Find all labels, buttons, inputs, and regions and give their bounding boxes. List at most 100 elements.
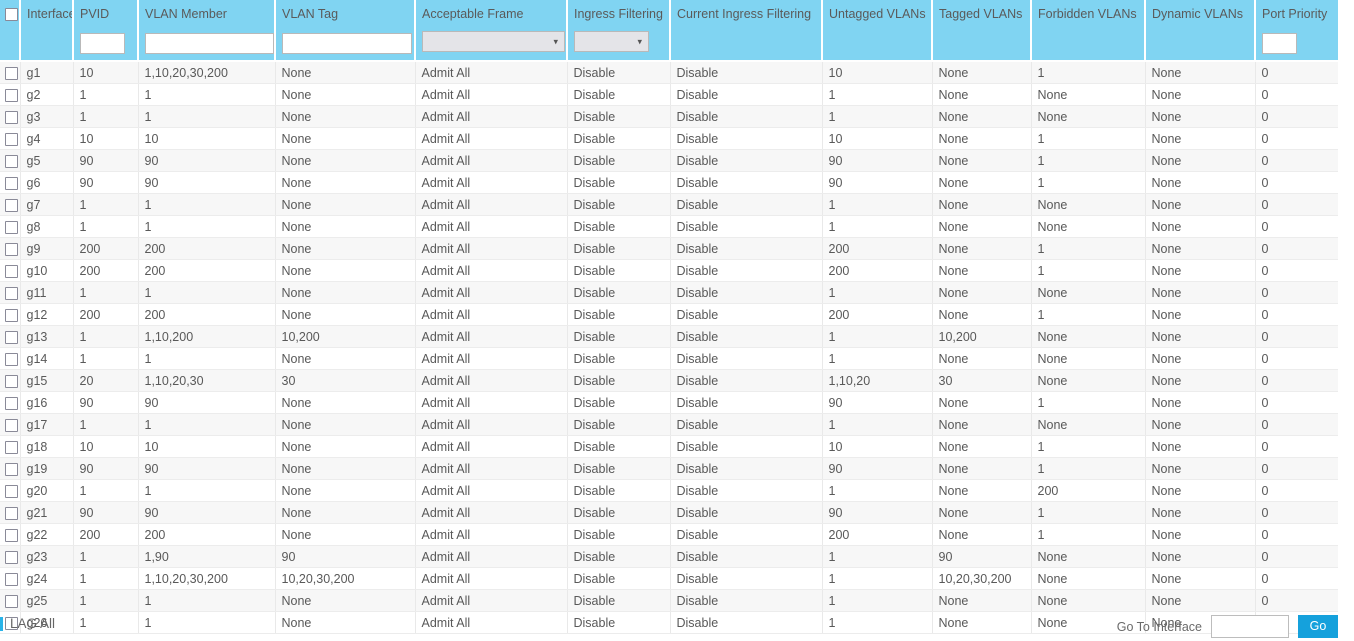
cell-dynamic_vlans: None <box>1145 545 1256 568</box>
table-row[interactable]: g9 200 200 None Admit All Disable Disable 200 No… <box>0 237 1338 260</box>
cell-tagged_vlans: None <box>932 259 1032 282</box>
cell-forbidden_vlans: None <box>1031 369 1146 392</box>
row-checkbox[interactable] <box>5 242 18 256</box>
cell-port_priority: 0 <box>1255 325 1338 348</box>
filter-cell-vlan-member <box>138 28 276 62</box>
row-checkbox[interactable] <box>5 418 18 432</box>
cell-acceptable_frame: Admit All <box>415 127 568 150</box>
cell-port_priority: 0 <box>1255 545 1338 568</box>
lag-all-section[interactable]: LAG All <box>0 616 55 631</box>
table-row[interactable]: g14 1 1 None Admit All Disable Disable 1 None Non… <box>0 347 1338 370</box>
row-checkbox[interactable] <box>5 550 18 564</box>
row-checkbox[interactable] <box>5 132 18 146</box>
cell-vlan_member: 200 <box>138 523 276 546</box>
table-row[interactable]: g18 10 10 None Admit All Disable Disable 10 None… <box>0 435 1338 458</box>
cell-pvid: 200 <box>73 259 139 282</box>
row-checkbox[interactable] <box>5 308 18 322</box>
cell-pvid: 1 <box>73 215 139 238</box>
row-checkbox[interactable] <box>5 440 18 454</box>
cell-port_priority: 0 <box>1255 259 1338 282</box>
cell-current_ingress: Disable <box>670 237 823 260</box>
cell-ingress_filtering: Disable <box>567 105 671 128</box>
filter-vlan-member-input[interactable] <box>145 32 274 54</box>
filter-cell-ingress-filtering: ▾ <box>567 28 671 62</box>
cell-port_priority: 0 <box>1255 413 1338 436</box>
filter-port-priority-input[interactable] <box>1262 32 1297 54</box>
filter-vlan-tag-input[interactable] <box>282 32 412 54</box>
row-checkbox[interactable] <box>5 220 18 234</box>
cell-vlan_member: 90 <box>138 171 276 194</box>
row-checkbox[interactable] <box>5 528 18 542</box>
filter-acceptable-frame-select[interactable]: ▾ <box>422 31 565 52</box>
cell-tagged_vlans: None <box>932 347 1032 370</box>
filter-ingress-filtering-select[interactable]: ▾ <box>574 31 649 52</box>
row-checkbox[interactable] <box>5 154 18 168</box>
cell-ingress_filtering: Disable <box>567 215 671 238</box>
row-checkbox[interactable] <box>5 396 18 410</box>
table-row[interactable]: g24 1 1,10,20,30,200 10,20,30,200 Admit All D… <box>0 567 1338 590</box>
cell-dynamic_vlans: None <box>1145 413 1256 436</box>
table-footer: LAG All Go To Interface Go <box>0 607 1354 641</box>
table-row[interactable]: g21 90 90 None Admit All Disable Disable 90 None… <box>0 501 1338 524</box>
cell-port_priority: 0 <box>1255 281 1338 304</box>
row-checkbox[interactable] <box>5 352 18 366</box>
row-checkbox[interactable] <box>5 264 18 278</box>
cell-vlan_tag: 10,20,30,200 <box>275 567 416 590</box>
row-select-cell <box>0 457 21 480</box>
table-row[interactable]: g11 1 1 None Admit All Disable Disable 1 None Non… <box>0 281 1338 304</box>
table-row[interactable]: g12 200 200 None Admit All Disable Disable 200 N… <box>0 303 1338 326</box>
row-select-cell <box>0 83 21 106</box>
select-all-checkbox[interactable] <box>5 7 18 21</box>
cell-untagged_vlans: 1 <box>822 215 933 238</box>
cell-vlan_member: 10 <box>138 435 276 458</box>
table-row[interactable]: g13 1 1,10,200 10,200 Admit All Disable Disabl… <box>0 325 1338 348</box>
table-row[interactable]: g20 1 1 None Admit All Disable Disable 1 None 200… <box>0 479 1338 502</box>
row-checkbox[interactable] <box>5 330 18 344</box>
filter-pvid-input[interactable] <box>80 32 125 54</box>
row-checkbox[interactable] <box>5 66 18 80</box>
table-row[interactable]: g7 1 1 None Admit All Disable Disable 1 None None… <box>0 193 1338 216</box>
row-checkbox[interactable] <box>5 110 18 124</box>
row-checkbox[interactable] <box>5 176 18 190</box>
table-row[interactable]: g2 1 1 None Admit All Disable Disable 1 None None… <box>0 83 1338 106</box>
table-row[interactable]: g8 1 1 None Admit All Disable Disable 1 None None… <box>0 215 1338 238</box>
cell-vlan_member: 1 <box>138 83 276 106</box>
table-row[interactable]: g19 90 90 None Admit All Disable Disable 90 None… <box>0 457 1338 480</box>
cell-vlan_member: 10 <box>138 127 276 150</box>
table-row[interactable]: g1 10 1,10,20,30,200 None Admit All Disable Di… <box>0 61 1338 84</box>
row-checkbox[interactable] <box>5 286 18 300</box>
go-button[interactable]: Go <box>1298 615 1338 638</box>
cell-ingress_filtering: Disable <box>567 61 671 84</box>
row-checkbox[interactable] <box>5 198 18 212</box>
cell-untagged_vlans: 200 <box>822 303 933 326</box>
table-filter-row: ▾ ▾ <box>0 28 1338 62</box>
table-row[interactable]: g4 10 10 None Admit All Disable Disable 10 None 1… <box>0 127 1338 150</box>
row-checkbox[interactable] <box>5 88 18 102</box>
column-header-forbidden_vlans: Forbidden VLANs <box>1031 0 1146 28</box>
row-checkbox[interactable] <box>5 374 18 388</box>
cell-acceptable_frame: Admit All <box>415 545 568 568</box>
cell-interface: g11 <box>20 281 74 304</box>
table-row[interactable]: g6 90 90 None Admit All Disable Disable 90 None 1… <box>0 171 1338 194</box>
table-row[interactable]: g5 90 90 None Admit All Disable Disable 90 None 1… <box>0 149 1338 172</box>
row-checkbox[interactable] <box>5 506 18 520</box>
table-row[interactable]: g16 90 90 None Admit All Disable Disable 90 None… <box>0 391 1338 414</box>
row-checkbox[interactable] <box>5 572 18 586</box>
cell-forbidden_vlans: 1 <box>1031 259 1146 282</box>
row-checkbox[interactable] <box>5 484 18 498</box>
cell-vlan_member: 1 <box>138 193 276 216</box>
cell-untagged_vlans: 1 <box>822 193 933 216</box>
table-row[interactable]: g23 1 1,90 90 Admit All Disable Disable 1 90 None… <box>0 545 1338 568</box>
table-row[interactable]: g22 200 200 None Admit All Disable Disable 200 N… <box>0 523 1338 546</box>
table-row[interactable]: g15 20 1,10,20,30 30 Admit All Disable Disable… <box>0 369 1338 392</box>
row-checkbox[interactable] <box>5 462 18 476</box>
table-row[interactable]: g10 200 200 None Admit All Disable Disable 200 N… <box>0 259 1338 282</box>
row-checkbox[interactable] <box>5 594 18 608</box>
cell-interface: g2 <box>20 83 74 106</box>
go-to-interface-input[interactable] <box>1211 615 1289 638</box>
table-row[interactable]: g3 1 1 None Admit All Disable Disable 1 None None… <box>0 105 1338 128</box>
cell-forbidden_vlans: None <box>1031 325 1146 348</box>
cell-tagged_vlans: 30 <box>932 369 1032 392</box>
table-row[interactable]: g17 1 1 None Admit All Disable Disable 1 None Non… <box>0 413 1338 436</box>
cell-port_priority: 0 <box>1255 347 1338 370</box>
